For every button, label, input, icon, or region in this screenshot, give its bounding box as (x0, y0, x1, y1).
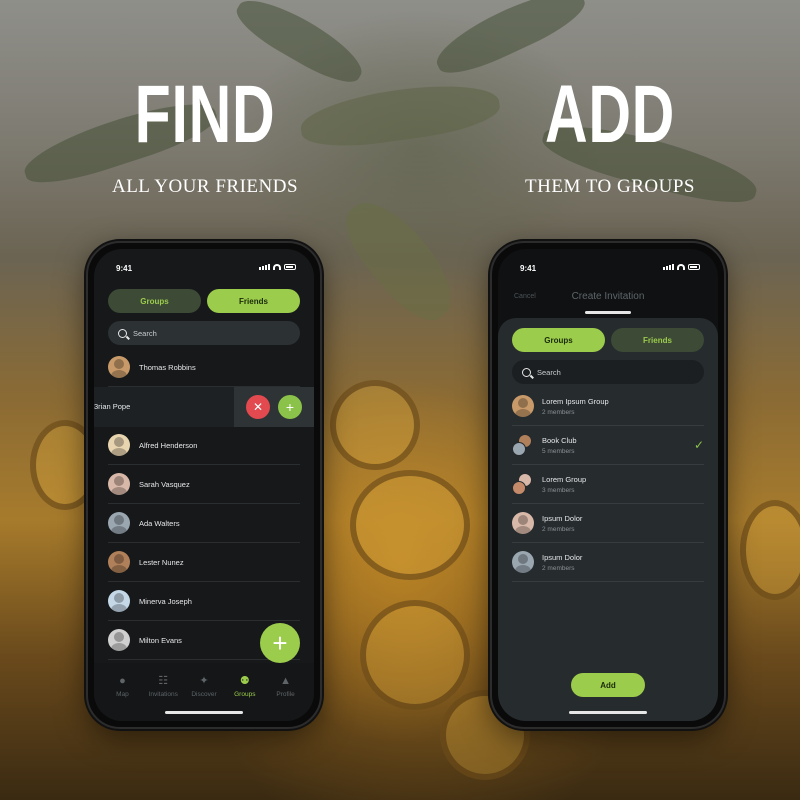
segment-groups[interactable]: Groups (108, 289, 201, 313)
swipe-actions: ✕ + (234, 387, 314, 427)
avatar (512, 551, 534, 573)
wifi-icon (677, 264, 685, 270)
contact-name: Minerva Joseph (139, 596, 192, 606)
status-time: 9:41 (520, 264, 537, 273)
wifi-icon (273, 264, 281, 270)
group-name: Lorem Ipsum Group (542, 396, 609, 406)
signal-icon (663, 264, 674, 270)
avatar (512, 512, 534, 534)
search-input[interactable]: Search (108, 321, 300, 345)
tab-label: Discover (191, 691, 217, 698)
avatar (108, 629, 130, 651)
phone-create-invitation: 9:41 Cancel Create Invitation Groups Fri… (490, 241, 726, 729)
status-bar: 9:41 (498, 249, 718, 283)
group-members: 5 members (542, 447, 575, 455)
tab-label: Groups (234, 691, 256, 698)
tab-profile[interactable]: ▲ Profile (265, 669, 306, 721)
battery-icon (284, 264, 296, 270)
contact-name: Lester Nunez (139, 557, 184, 567)
telescope-icon: ✦ (199, 675, 209, 687)
home-indicator (165, 711, 243, 714)
status-bar: 9:41 (94, 249, 314, 283)
signal-icon (259, 264, 270, 270)
people-icon: ⚉ (239, 675, 250, 687)
avatar (108, 434, 130, 456)
group-name: Ipsum Dolor (542, 552, 583, 562)
search-icon (118, 328, 127, 338)
home-indicator (569, 711, 647, 714)
contact-row[interactable]: Thomas Robbins (108, 348, 300, 387)
invitation-sheet: Groups Friends Search Lorem Ipsum Group 2… (498, 318, 718, 721)
group-name: Ipsum Dolor (542, 513, 583, 523)
close-icon: ✕ (252, 400, 264, 414)
contact-name: Ada Walters (139, 518, 180, 528)
group-row[interactable]: Lorem Ipsum Group 2 members (512, 387, 704, 426)
group-row[interactable]: Book Club 5 members ✓ (512, 426, 704, 465)
contact-row[interactable]: Minerva Joseph (108, 582, 300, 621)
find-subheadline: ALL YOUR FRIENDS (111, 176, 299, 197)
contact-name: Sarah Vasquez (139, 479, 190, 489)
accept-button[interactable]: + (278, 395, 302, 419)
contact-row[interactable]: Ada Walters (108, 504, 300, 543)
avatar (108, 512, 130, 534)
avatar (512, 395, 534, 417)
group-members: 2 members (542, 408, 575, 416)
contact-name: Thomas Robbins (139, 362, 196, 372)
plus-icon: + (285, 399, 295, 415)
tab-label: Invitations (148, 691, 178, 698)
map-pin-icon: ● (119, 675, 126, 687)
add-subheadline: THEM TO GROUPS (525, 176, 695, 197)
contact-row-swiped[interactable]: 3rian Pope ✕ + (94, 387, 314, 427)
tab-map[interactable]: ● Map (102, 669, 143, 721)
avatar (108, 551, 130, 573)
friends-screen: 9:41 Groups Friends Search Thomas Robbin… (94, 249, 314, 721)
tab-label: Map (116, 691, 129, 698)
segment-groups[interactable]: Groups (512, 328, 605, 352)
group-members: 3 members (542, 486, 575, 494)
contact-name: Alfred Henderson (139, 440, 198, 450)
checkmark-icon: ✓ (693, 438, 704, 452)
contact-row[interactable]: Sarah Vasquez (108, 465, 300, 504)
segmented-control: Groups Friends (108, 289, 300, 313)
segment-friends[interactable]: Friends (207, 289, 300, 313)
segment-friends[interactable]: Friends (611, 328, 704, 352)
find-headline: FIND (134, 69, 276, 160)
search-input[interactable]: Search (512, 360, 704, 384)
tab-label: Profile (276, 691, 295, 698)
group-row[interactable]: Lorem Group 3 members (512, 465, 704, 504)
segmented-control: Groups Friends (512, 328, 704, 352)
nav-bar: Cancel Create Invitation (498, 289, 718, 309)
page-title: Create Invitation (571, 291, 645, 302)
contact-row[interactable]: Alfred Henderson (108, 426, 300, 465)
group-members: 2 members (542, 525, 575, 533)
battery-icon (688, 264, 700, 270)
table-icon: ☷ (158, 675, 169, 687)
phone-friends: 9:41 Groups Friends Search Thomas Robbin… (86, 241, 322, 729)
search-placeholder: Search (537, 367, 561, 377)
contact-row[interactable]: Lester Nunez (108, 543, 300, 582)
avatar (108, 473, 130, 495)
group-members: 2 members (542, 564, 575, 572)
avatar (108, 356, 130, 378)
avatar-group (512, 473, 534, 495)
create-invitation-screen: 9:41 Cancel Create Invitation Groups Fri… (498, 249, 718, 721)
group-row[interactable]: Ipsum Dolor 2 members (512, 543, 704, 582)
contact-name: 3rian Pope (94, 402, 131, 411)
search-icon (522, 367, 531, 377)
avatar (108, 590, 130, 612)
status-time: 9:41 (116, 264, 133, 273)
person-icon: ▲ (280, 675, 292, 687)
decline-button[interactable]: ✕ (246, 395, 270, 419)
add-button[interactable]: Add (571, 673, 645, 697)
group-name: Lorem Group (542, 474, 587, 484)
add-headline: ADD (544, 69, 676, 160)
group-name: Book Club (542, 435, 577, 445)
avatar-group (512, 434, 534, 456)
plus-icon: + (272, 628, 288, 658)
add-friend-fab[interactable]: + (260, 623, 300, 663)
group-row[interactable]: Ipsum Dolor 2 members (512, 504, 704, 543)
search-placeholder: Search (133, 328, 157, 338)
contact-name: Milton Evans (139, 635, 182, 645)
sheet-handle[interactable] (585, 311, 631, 314)
